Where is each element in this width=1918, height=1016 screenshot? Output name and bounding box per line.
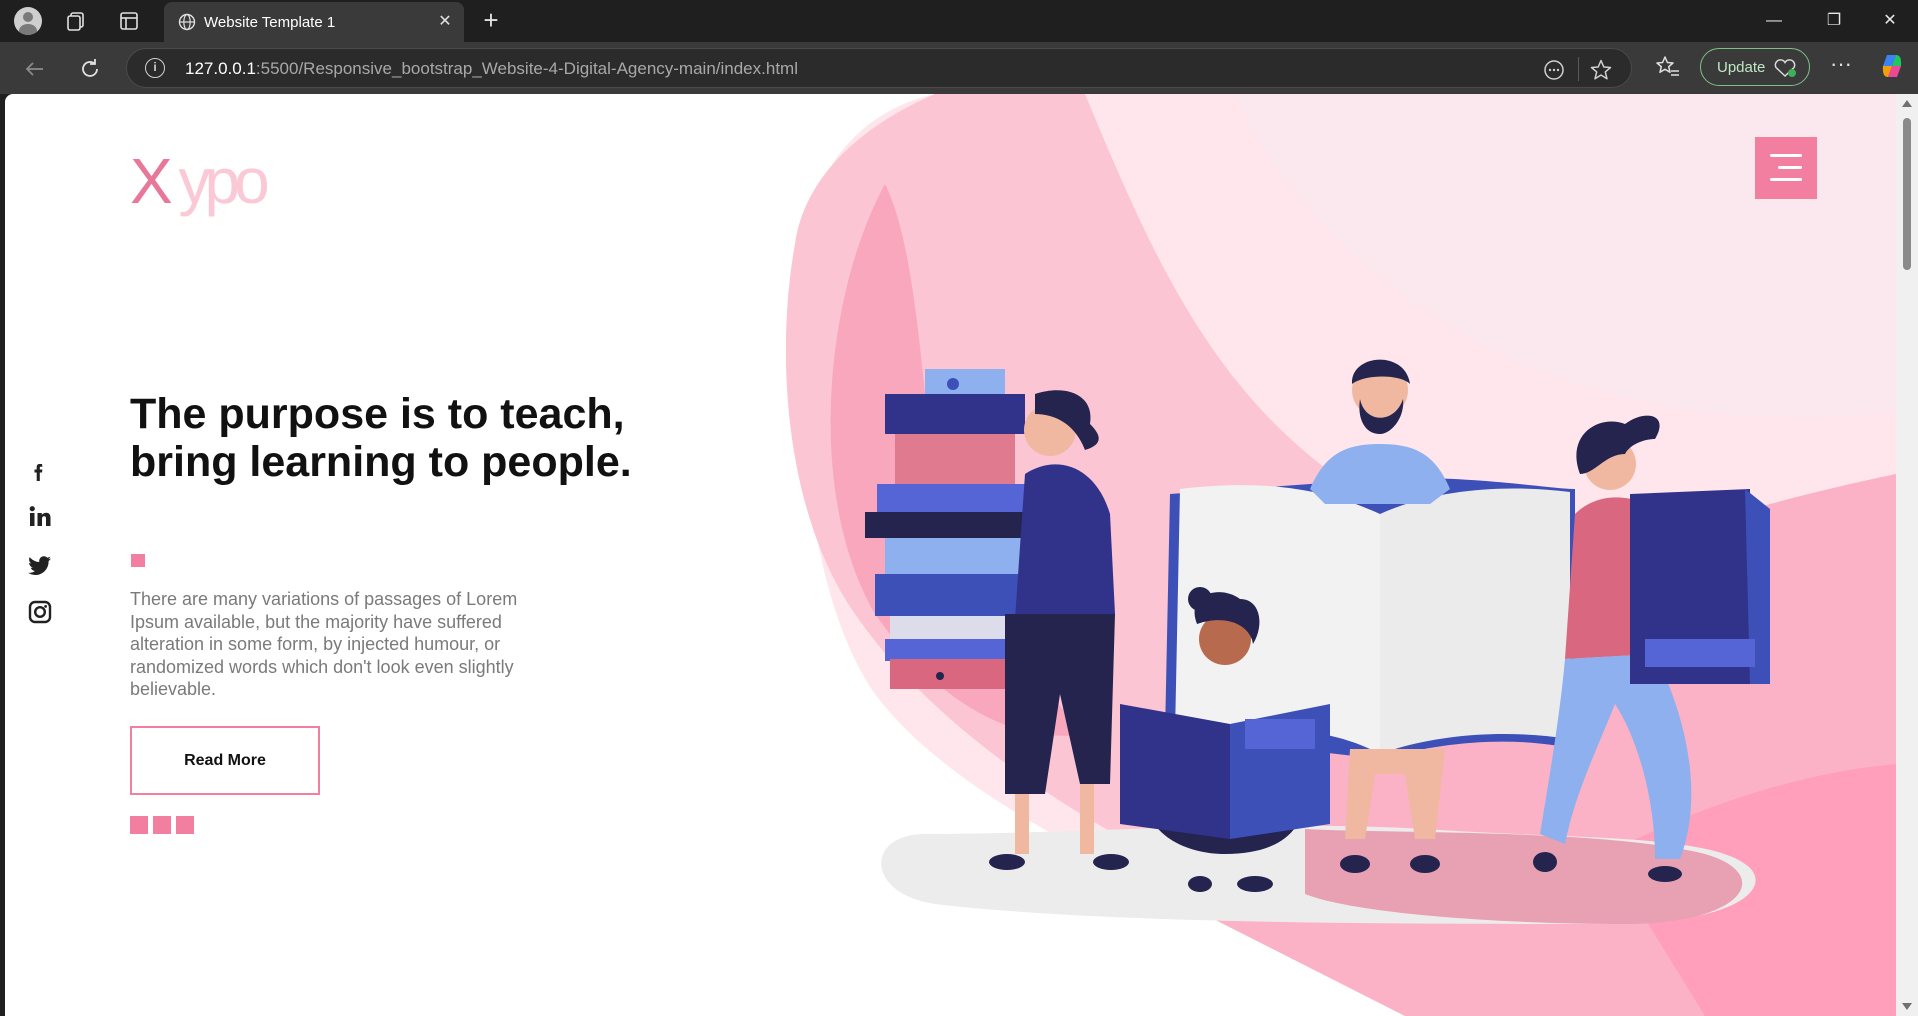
menu-line <box>1778 166 1802 169</box>
more-icon[interactable]: ··· <box>1828 53 1854 80</box>
page-scrollbar[interactable] <box>1896 94 1918 1016</box>
star-icon[interactable] <box>1589 58 1613 82</box>
reload-icon[interactable] <box>75 54 105 84</box>
hero-description: There are many variations of passages of… <box>130 589 518 699</box>
facebook-icon[interactable] <box>23 455 57 489</box>
restore-icon[interactable]: ❐ <box>1806 0 1862 42</box>
browser-toolbar: i 127.0.0.1:5500/Responsive_bootstrap_We… <box>0 42 1918 94</box>
menu-line <box>1770 154 1802 157</box>
copilot-icon[interactable] <box>1878 52 1906 80</box>
accent-square <box>131 554 145 567</box>
slider-dot-1[interactable] <box>130 816 148 834</box>
workspaces-icon[interactable] <box>64 8 90 34</box>
linkedin-icon[interactable] <box>23 500 57 534</box>
logo-rest: ypo <box>178 145 269 217</box>
hero-background-blob <box>785 94 1896 1016</box>
tab-actions-icon[interactable] <box>116 8 142 34</box>
twitter-icon[interactable] <box>23 548 57 582</box>
menu-line <box>1770 178 1802 181</box>
close-icon[interactable]: ✕ <box>434 11 456 33</box>
globe-icon <box>178 13 196 31</box>
scroll-up-arrow-icon[interactable] <box>1902 100 1912 107</box>
plus-icon[interactable]: + <box>476 6 506 36</box>
url-separator <box>1578 57 1579 81</box>
url-host: 127.0.0.1 <box>185 59 256 78</box>
scroll-down-arrow-icon[interactable] <box>1902 1003 1912 1010</box>
site-logo[interactable]: X ypo <box>130 144 270 218</box>
page-viewport: X ypo The purpose is to teach, bring lea… <box>5 94 1896 1016</box>
slider-dot-3[interactable] <box>176 816 194 834</box>
tab-website-template[interactable]: Website Template 1 ✕ <box>164 2 464 42</box>
health-heart-icon <box>1774 59 1796 78</box>
logo-first-letter: X <box>130 145 173 217</box>
window-close-icon[interactable]: ✕ <box>1862 0 1918 42</box>
slider-dot-2[interactable] <box>153 816 171 834</box>
info-icon[interactable]: i <box>145 58 165 78</box>
update-button[interactable]: Update <box>1700 48 1810 86</box>
menu-button[interactable] <box>1755 137 1817 199</box>
url-text[interactable]: 127.0.0.1:5500/Responsive_bootstrap_Webs… <box>185 59 798 79</box>
url-path: :5500/Responsive_bootstrap_Website-4-Dig… <box>255 59 798 78</box>
hero-headline: The purpose is to teach, bring learning … <box>130 390 632 486</box>
tab-title: Website Template 1 <box>204 14 336 31</box>
instagram-icon[interactable] <box>23 595 57 629</box>
address-bar[interactable]: i 127.0.0.1:5500/Responsive_bootstrap_We… <box>126 48 1632 88</box>
read-more-button[interactable]: Read More <box>130 726 320 795</box>
browser-titlebar: Website Template 1 ✕ + — ❐ ✕ <box>0 0 1918 42</box>
favorites-icon[interactable] <box>1655 54 1681 80</box>
update-label: Update <box>1717 59 1766 76</box>
scroll-thumb[interactable] <box>1903 118 1911 270</box>
profile-avatar[interactable] <box>14 7 42 35</box>
read-aloud-icon[interactable] <box>1543 59 1565 81</box>
back-icon[interactable] <box>20 54 50 84</box>
minimize-icon[interactable]: — <box>1746 0 1802 42</box>
